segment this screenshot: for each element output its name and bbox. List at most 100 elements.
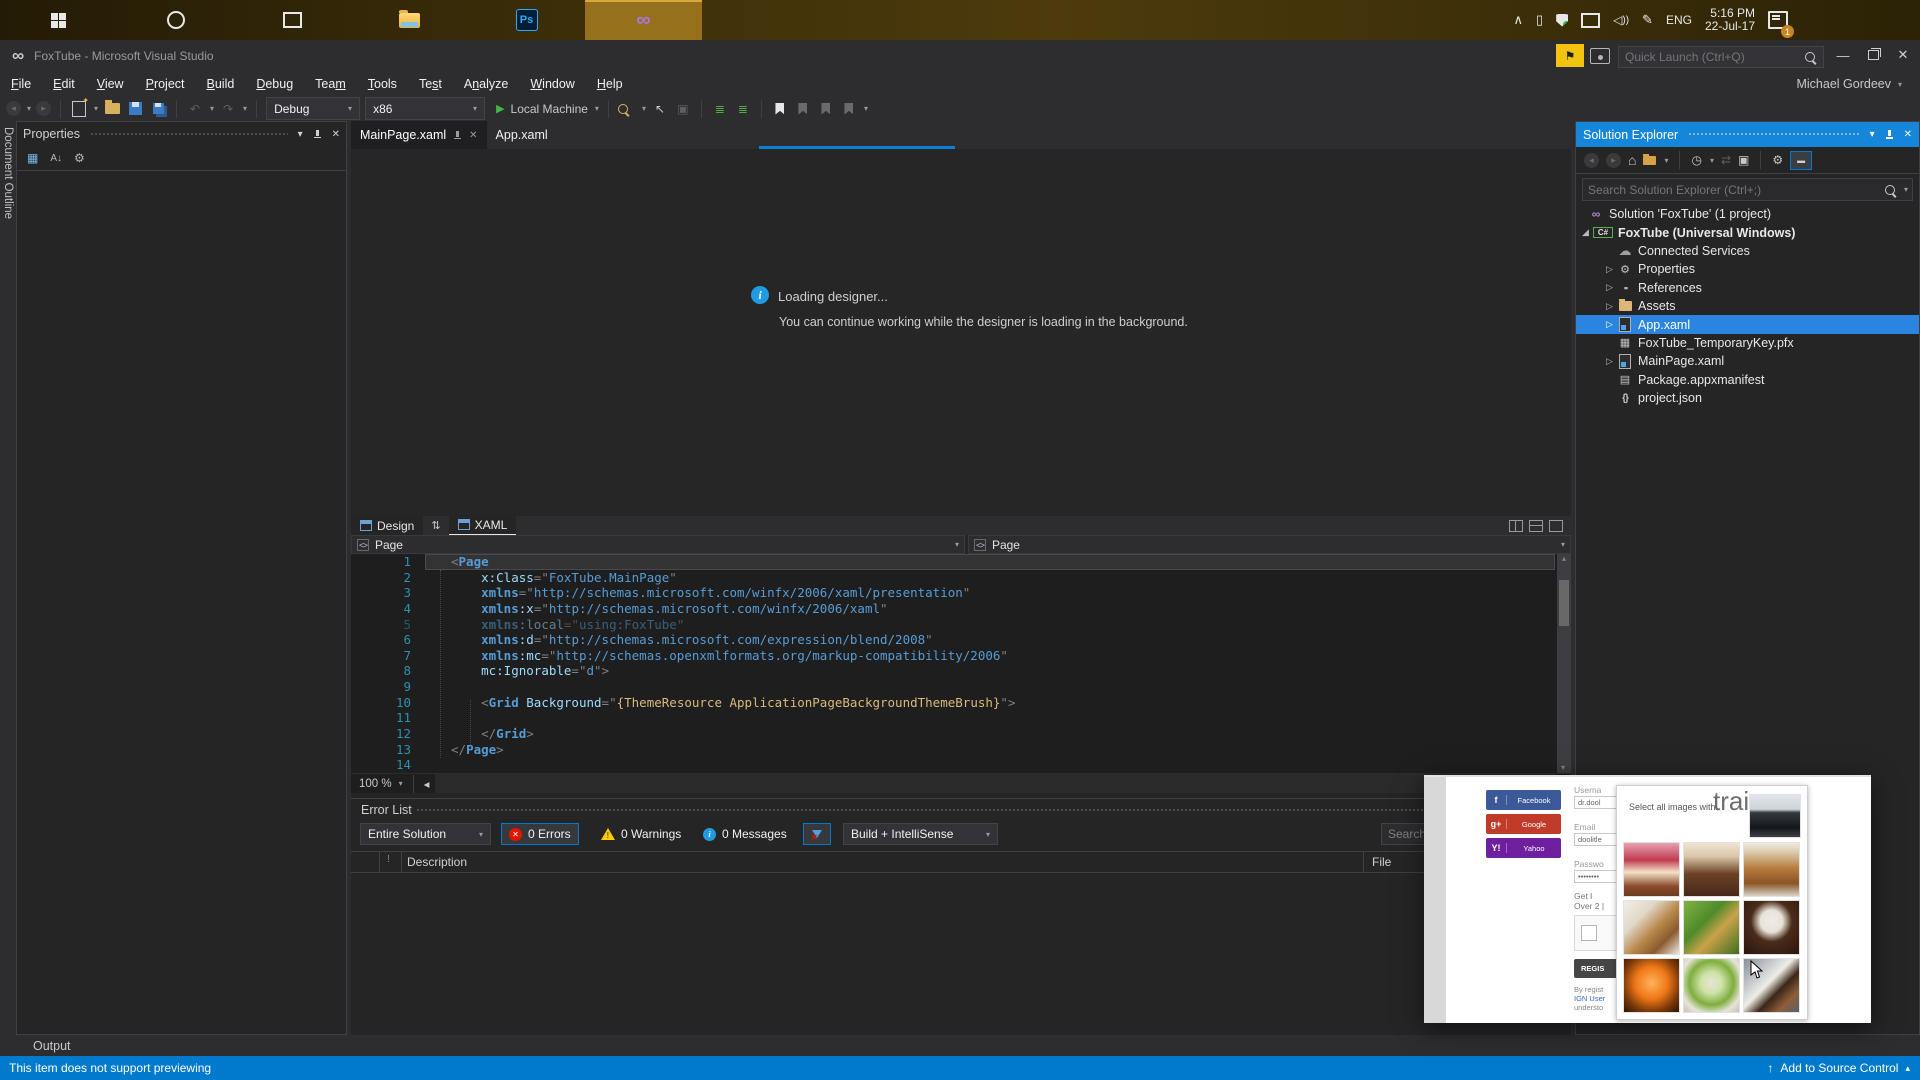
error-source-dropdown[interactable]: Build + IntelliSense ▾ [843,823,998,845]
language-indicator[interactable]: ENG [1666,13,1692,27]
horizontal-split-icon[interactable] [1529,519,1543,532]
sync-with-active-document-icon[interactable] [1643,153,1657,165]
cortana-button[interactable] [117,0,234,40]
filter-button[interactable]: ✕ [803,823,831,845]
captcha-tile-orange-bowl[interactable] [1623,958,1680,1013]
social-facebook-button[interactable]: f Facebook [1486,790,1561,810]
tray-expand-icon[interactable]: ∧ [1513,12,1523,28]
solution-search-input[interactable] [1583,182,1885,197]
captcha-tile-chocolate-dessert[interactable] [1683,842,1740,897]
pin-icon[interactable] [313,129,322,140]
captcha-tile-coffee-beans[interactable] [1743,900,1800,955]
checkbox[interactable] [1581,925,1597,941]
messages-toggle[interactable]: i 0 Messages [696,823,794,845]
toggle-bookmark-button[interactable] [771,99,789,119]
captcha-tile-chicken-salad[interactable] [1683,900,1740,955]
photoshop-button[interactable]: Ps [468,0,585,40]
captcha-tile-salad-bowl[interactable] [1683,958,1740,1013]
breadcrumb-right[interactable]: <> Page ▾ [968,535,1571,554]
save-all-button[interactable] [149,99,167,119]
tree-item-solution-foxtube-1-project-[interactable]: ∞ Solution 'FoxTube' (1 project) [1576,205,1919,223]
sort-alphabetical-icon[interactable]: A↓ [50,153,62,164]
drag-handle[interactable] [415,807,1557,813]
horizontal-scrollbar[interactable] [435,774,1556,793]
platform-dropdown[interactable]: x86 ▾ [365,97,486,120]
send-feedback-button[interactable] [1590,48,1610,64]
menu-window[interactable]: Window [519,74,585,94]
captcha-tile-strawberry-cake[interactable] [1623,842,1680,897]
open-file-button[interactable] [103,99,121,119]
editor-vertical-scrollbar[interactable]: ▴ ▾ [1557,554,1571,773]
output-tab[interactable]: Output [33,1039,71,1053]
chevron-down-icon[interactable]: ▾ [210,104,214,113]
add-to-source-control-button[interactable]: Add to Source Control [1780,1061,1898,1075]
close-icon[interactable]: ✕ [332,129,340,140]
scroll-up-icon[interactable]: ▴ [1562,554,1566,563]
clock[interactable]: 5:16 PM 22-Jul-17 [1705,7,1755,33]
back-button[interactable]: ◂ [1584,152,1599,168]
menu-project[interactable]: Project [135,74,196,94]
chevron-down-icon[interactable]: ▾ [27,104,31,113]
tree-item-mainpage-xaml[interactable]: ▷ MainPage.xaml [1576,352,1919,370]
tree-item-assets[interactable]: ▷ Assets [1576,297,1919,315]
vertical-split-icon[interactable] [1509,519,1523,532]
start-button[interactable] [0,0,117,40]
menu-tools[interactable]: Tools [357,74,408,94]
menu-team[interactable]: Team [304,74,357,94]
pending-changes-icon[interactable]: ◷ [1691,153,1701,167]
tree-collapsed-arrow-icon[interactable]: ▷ [1602,301,1617,312]
tree-collapsed-arrow-icon[interactable]: ▷ [1602,264,1617,275]
menu-debug[interactable]: Debug [245,74,304,94]
next-bookmark-button[interactable] [817,99,835,119]
pin-icon[interactable] [453,130,462,141]
navigate-selection-button[interactable]: ↖ [651,99,669,119]
user-menu[interactable]: Michael Gordeev ▾ [1796,77,1902,91]
find-in-files-button[interactable] [617,99,636,119]
clear-bookmarks-button[interactable] [840,99,858,119]
chevron-down-icon[interactable]: ▾ [642,104,646,113]
menu-analyze[interactable]: Analyze [453,74,519,94]
swap-panes-button[interactable]: ⇅ [423,519,448,532]
menu-view[interactable]: View [86,74,135,94]
collapse-all-icon[interactable]: ▣ [1738,153,1749,167]
navigate-back-button[interactable]: ◂ [6,101,21,116]
tab-app-xaml[interactable]: App.xaml [487,121,557,149]
copy-stack-button[interactable]: ▣ [674,99,692,119]
tree-item-foxtube-universal-windows-[interactable]: ◢ C# FoxTube (Universal Windows) [1576,223,1919,241]
tree-item-references[interactable]: ▷ ▪▪ References [1576,279,1919,297]
tree-expanded-arrow-icon[interactable]: ◢ [1578,227,1593,238]
tree-collapsed-arrow-icon[interactable]: ▷ [1602,319,1617,330]
previous-bookmark-button[interactable] [794,99,812,119]
drag-handle[interactable] [89,131,288,137]
minimize-button[interactable]: — [1828,40,1858,70]
scroll-down-icon[interactable]: ▾ [1561,763,1565,772]
menu-file[interactable]: File [0,74,42,94]
scroll-left-icon[interactable]: ◂ [424,777,430,791]
restore-button[interactable] [1858,40,1888,70]
tree-item-package-appxmanifest[interactable]: ▤ Package.appxmanifest [1576,371,1919,389]
usb-icon[interactable]: ▯ [1536,12,1543,28]
pen-icon[interactable]: ✎ [1642,12,1653,28]
zoom-level-dropdown[interactable]: 100 % [359,778,392,790]
preview-selected-items-toggle[interactable]: ▬ [1790,150,1813,170]
menu-edit[interactable]: Edit [42,74,86,94]
security-shield-icon[interactable] [1556,13,1569,27]
forward-button[interactable]: ▸ [1606,152,1621,168]
property-pages-icon[interactable]: ⚙ [74,151,85,165]
file-explorer-button[interactable] [351,0,468,40]
chevron-down-icon[interactable]: ▾ [399,779,403,788]
menu-test[interactable]: Test [408,74,453,94]
social-yahoo-button[interactable]: Y! Yahoo [1486,838,1561,858]
social-google-button[interactable]: g+ Google [1486,814,1561,834]
visual-studio-button[interactable]: ∞ [585,0,702,40]
design-tab[interactable]: Design [351,516,424,535]
fine-print-link[interactable]: IGN User [1574,994,1618,1003]
tree-item-foxtube-temporarykey-pfx[interactable]: ▦ FoxTube_TemporaryKey.pfx [1576,334,1919,352]
tree-item-properties[interactable]: ▷ ⚙ Properties [1576,260,1919,278]
undo-button[interactable]: ↶ [186,99,204,119]
save-button[interactable] [126,99,144,119]
categorized-icon[interactable]: ▦ [27,151,38,165]
indent-button[interactable]: ≣ [711,99,729,119]
chevron-down-icon[interactable]: ▾ [94,104,98,113]
drag-handle[interactable] [1688,132,1860,137]
